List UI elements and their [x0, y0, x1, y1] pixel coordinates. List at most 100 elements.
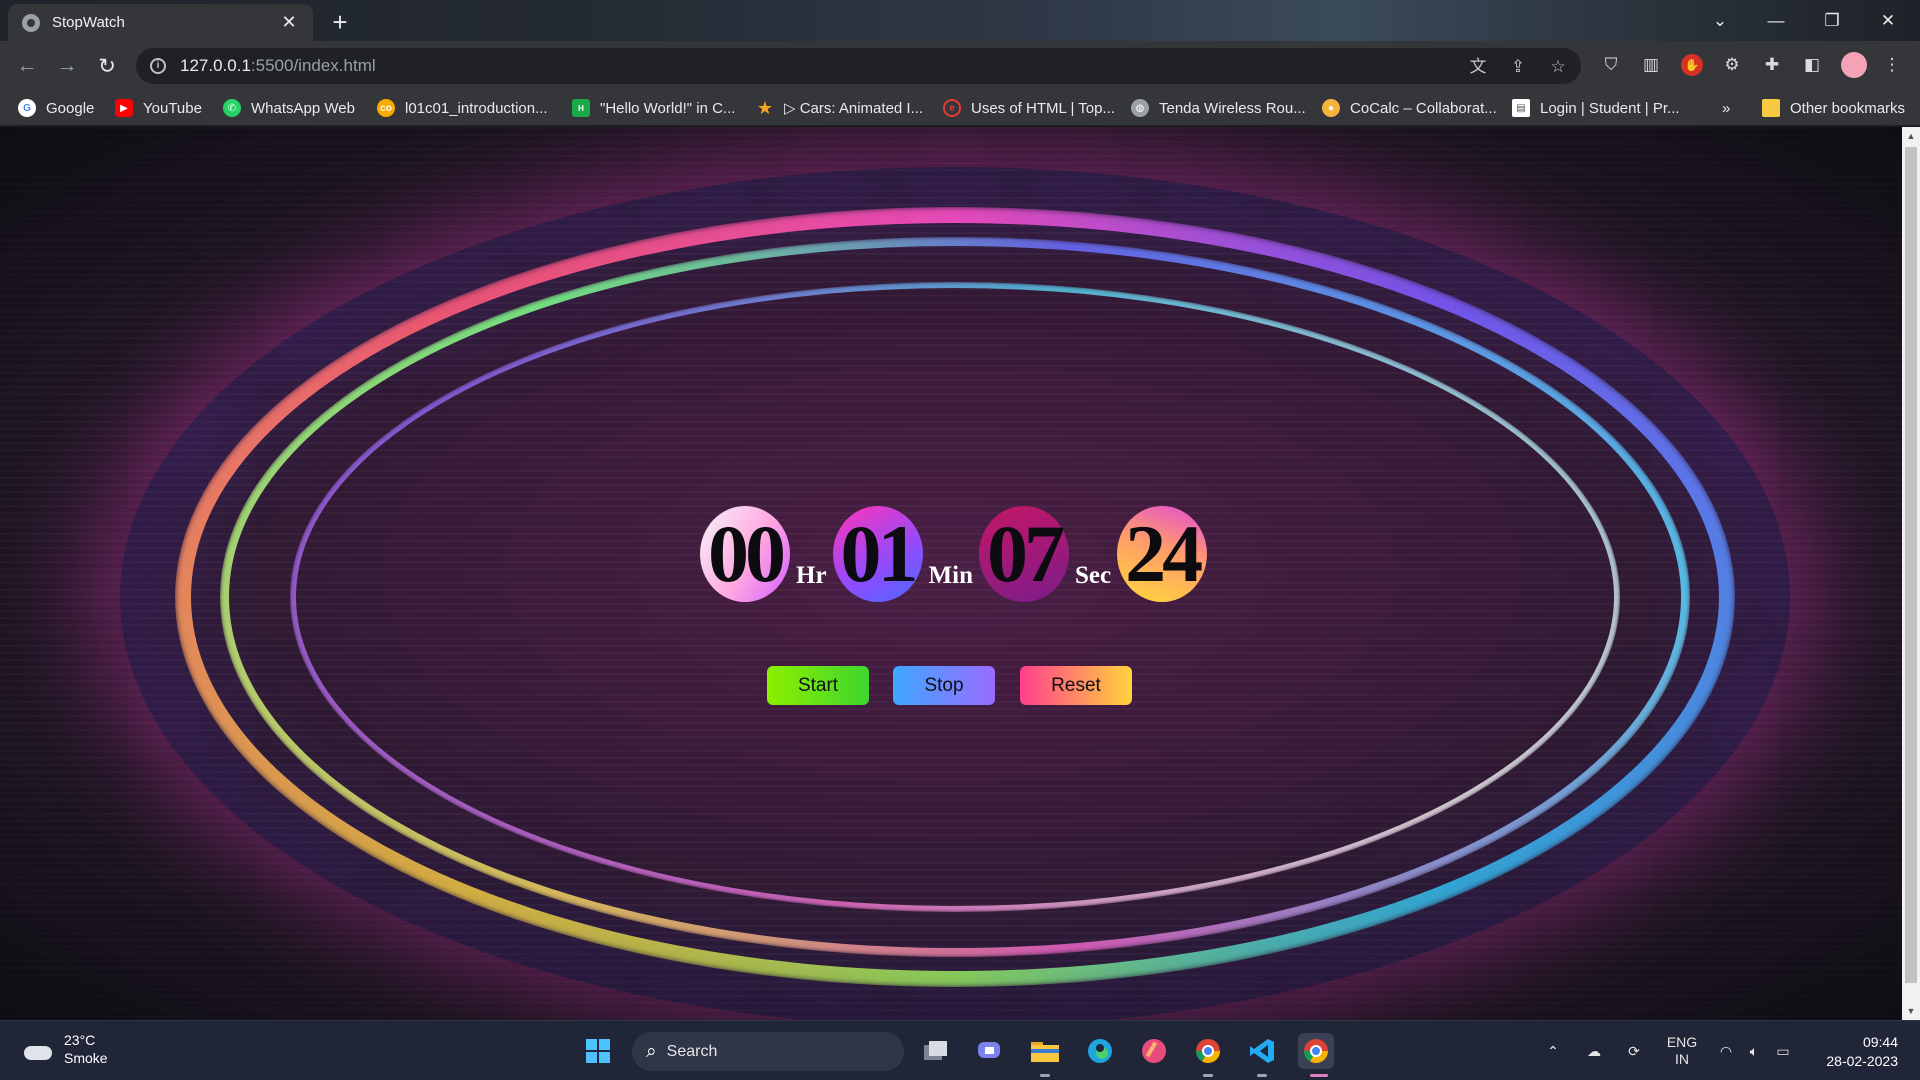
running-indicator	[1203, 1074, 1213, 1077]
weather-widget[interactable]: 23°C Smoke	[22, 1031, 108, 1067]
page-icon: ▤	[1512, 99, 1530, 117]
bookmark-item[interactable]: e Uses of HTML | Top...	[943, 97, 1115, 119]
site-info-icon[interactable]: i	[150, 58, 166, 74]
seconds-display: 07	[979, 506, 1069, 602]
bookmark-item[interactable]: ✆ WhatsApp Web	[223, 97, 355, 119]
tab-title: StopWatch	[52, 14, 125, 31]
windows-start-icon[interactable]	[580, 1033, 616, 1069]
language-indicator[interactable]: ENG IN	[1660, 1021, 1704, 1080]
globe-icon: ◍	[1131, 99, 1149, 117]
teams-chat-icon[interactable]	[972, 1033, 1008, 1069]
wifi-icon[interactable]: ◠	[1714, 1021, 1738, 1080]
close-window-button[interactable]: ✕	[1862, 0, 1914, 41]
profile-avatar[interactable]	[1841, 52, 1867, 78]
adblock-extension-icon[interactable]: ✋	[1681, 54, 1703, 76]
onedrive-offline-icon[interactable]: ☁	[1580, 1021, 1608, 1080]
bookmark-item[interactable]: ● CoCalc – Collaborat...	[1322, 97, 1497, 119]
translate-icon[interactable]: 文	[1468, 57, 1488, 77]
bookmark-item[interactable]: ◍ Tenda Wireless Rou...	[1131, 97, 1306, 119]
temperature-text: 23°C	[64, 1032, 96, 1048]
bookmark-label: "Hello World!" in C...	[600, 99, 736, 117]
edureka-icon: e	[943, 99, 961, 117]
shield-extension-icon[interactable]: ⛉	[1600, 54, 1622, 76]
other-bookmarks-folder[interactable]: Other bookmarks	[1762, 97, 1905, 119]
stats-extension-icon[interactable]: ▥	[1640, 54, 1662, 76]
close-tab-icon[interactable]: ✕	[279, 12, 299, 33]
folder-icon	[1762, 99, 1780, 117]
bookmark-item[interactable]: ★ ▷ Cars: Animated I...	[756, 97, 923, 119]
language-code: ENG	[1666, 1034, 1698, 1050]
bookmark-item[interactable]: G Google	[18, 97, 94, 119]
minimize-button[interactable]: —	[1750, 0, 1802, 41]
show-hidden-icons-chevron[interactable]: ⌃	[1541, 1021, 1565, 1080]
bookmark-item[interactable]: ▶ YouTube	[115, 97, 202, 119]
bookmark-item[interactable]: H "Hello World!" in C...	[572, 97, 735, 119]
date-text: 28-02-2023	[1826, 1053, 1898, 1069]
bookmarks-bar: G Google ▶ YouTube ✆ WhatsApp Web co l01…	[0, 90, 1920, 126]
minutes-display: 01	[832, 506, 923, 602]
browser-toolbar: ← → ↻ i 127.0.0.1:5500/index.html 文 ⇪ ☆	[0, 41, 1920, 90]
clock[interactable]: 09:44 28-02-2023	[1808, 1033, 1898, 1071]
bookmark-star-icon[interactable]: ☆	[1548, 57, 1568, 77]
tab-stopwatch[interactable]: StopWatch ✕	[8, 4, 313, 41]
windows-taskbar: 23°C Smoke ⌕ Search ⌃ ☁ ⟳ ENG IN ◠ 🔈︎ ▭ …	[0, 1020, 1920, 1080]
bookmark-label: CoCalc – Collaborat...	[1350, 99, 1497, 117]
sync-icon[interactable]: ⟳	[1620, 1021, 1648, 1080]
chrome-profile-icon[interactable]	[1190, 1033, 1226, 1069]
bookmark-label: Google	[46, 99, 95, 117]
volume-icon[interactable]: 🔈︎	[1742, 1021, 1766, 1080]
more-bookmarks-button[interactable]: »	[1722, 97, 1730, 119]
colab-icon: co	[377, 99, 395, 117]
restore-button[interactable]: ❐	[1806, 0, 1858, 41]
back-icon[interactable]: ←	[12, 51, 42, 81]
stopwatch-display: 00 Hr 01 Min 07 Sec 24	[700, 502, 1208, 602]
paint-app-icon[interactable]	[1136, 1033, 1172, 1069]
running-indicator	[1257, 1074, 1267, 1077]
youtube-icon: ▶	[115, 99, 133, 117]
edge-browser-icon[interactable]	[1082, 1033, 1118, 1069]
scroll-down-arrow-icon[interactable]: ▼	[1902, 1002, 1920, 1020]
reload-icon[interactable]: ↻	[92, 51, 122, 81]
running-indicator	[1040, 1074, 1050, 1077]
bookmark-item[interactable]: co l01c01_introduction...	[377, 97, 548, 119]
share-icon[interactable]: ⇪	[1508, 57, 1528, 77]
url-path: :5500/index.html	[250, 56, 376, 75]
task-view-icon[interactable]	[918, 1033, 954, 1069]
side-panel-icon[interactable]: ◧	[1801, 54, 1823, 76]
search-icon: ⌕	[646, 1040, 657, 1062]
bookmark-label: YouTube	[143, 99, 202, 117]
scroll-up-arrow-icon[interactable]: ▲	[1902, 127, 1920, 145]
minutes-unit-label: Min	[928, 562, 973, 589]
start-button[interactable]: Start	[767, 666, 869, 705]
bookmark-label: Uses of HTML | Top...	[971, 99, 1115, 117]
tab-search-icon[interactable]: ⌄	[1694, 0, 1746, 41]
cocalc-icon: ●	[1322, 99, 1340, 117]
chrome-active-icon[interactable]	[1298, 1033, 1334, 1069]
taskbar-search-label: Search	[666, 1042, 718, 1060]
time-text: 09:44	[1862, 1034, 1898, 1050]
reset-button[interactable]: Reset	[1020, 666, 1132, 705]
extensions-puzzle-icon[interactable]: ✚	[1761, 54, 1783, 76]
menu-kebab-icon[interactable]: ⋮	[1881, 54, 1903, 76]
address-bar[interactable]: i 127.0.0.1:5500/index.html 文 ⇪ ☆	[136, 48, 1581, 84]
centiseconds-display: 24	[1117, 506, 1208, 602]
stop-button[interactable]: Stop	[893, 666, 995, 705]
file-explorer-icon[interactable]	[1027, 1033, 1063, 1069]
gear-extension-icon[interactable]: ⚙	[1721, 54, 1743, 76]
new-tab-button[interactable]: +	[326, 7, 354, 38]
url-host: 127.0.0.1	[180, 56, 251, 75]
hours-display: 00	[700, 506, 790, 602]
star-icon: ★	[756, 97, 774, 118]
scrollbar-thumb[interactable]	[1905, 147, 1917, 983]
battery-icon[interactable]: ▭	[1770, 1021, 1796, 1080]
forward-icon[interactable]: →	[52, 51, 82, 81]
hackerrank-icon: H	[572, 99, 590, 117]
bookmark-label: WhatsApp Web	[251, 99, 355, 117]
vertical-scrollbar[interactable]: ▲ ▼	[1902, 127, 1920, 1020]
weather-condition-text: Smoke	[64, 1050, 108, 1066]
bookmark-label: Tenda Wireless Rou...	[1159, 99, 1306, 117]
bookmark-item[interactable]: ▤ Login | Student | Pr...	[1512, 97, 1680, 119]
globe-icon	[22, 13, 40, 32]
vscode-icon[interactable]	[1244, 1033, 1280, 1069]
taskbar-search-box[interactable]: ⌕ Search	[632, 1032, 904, 1071]
